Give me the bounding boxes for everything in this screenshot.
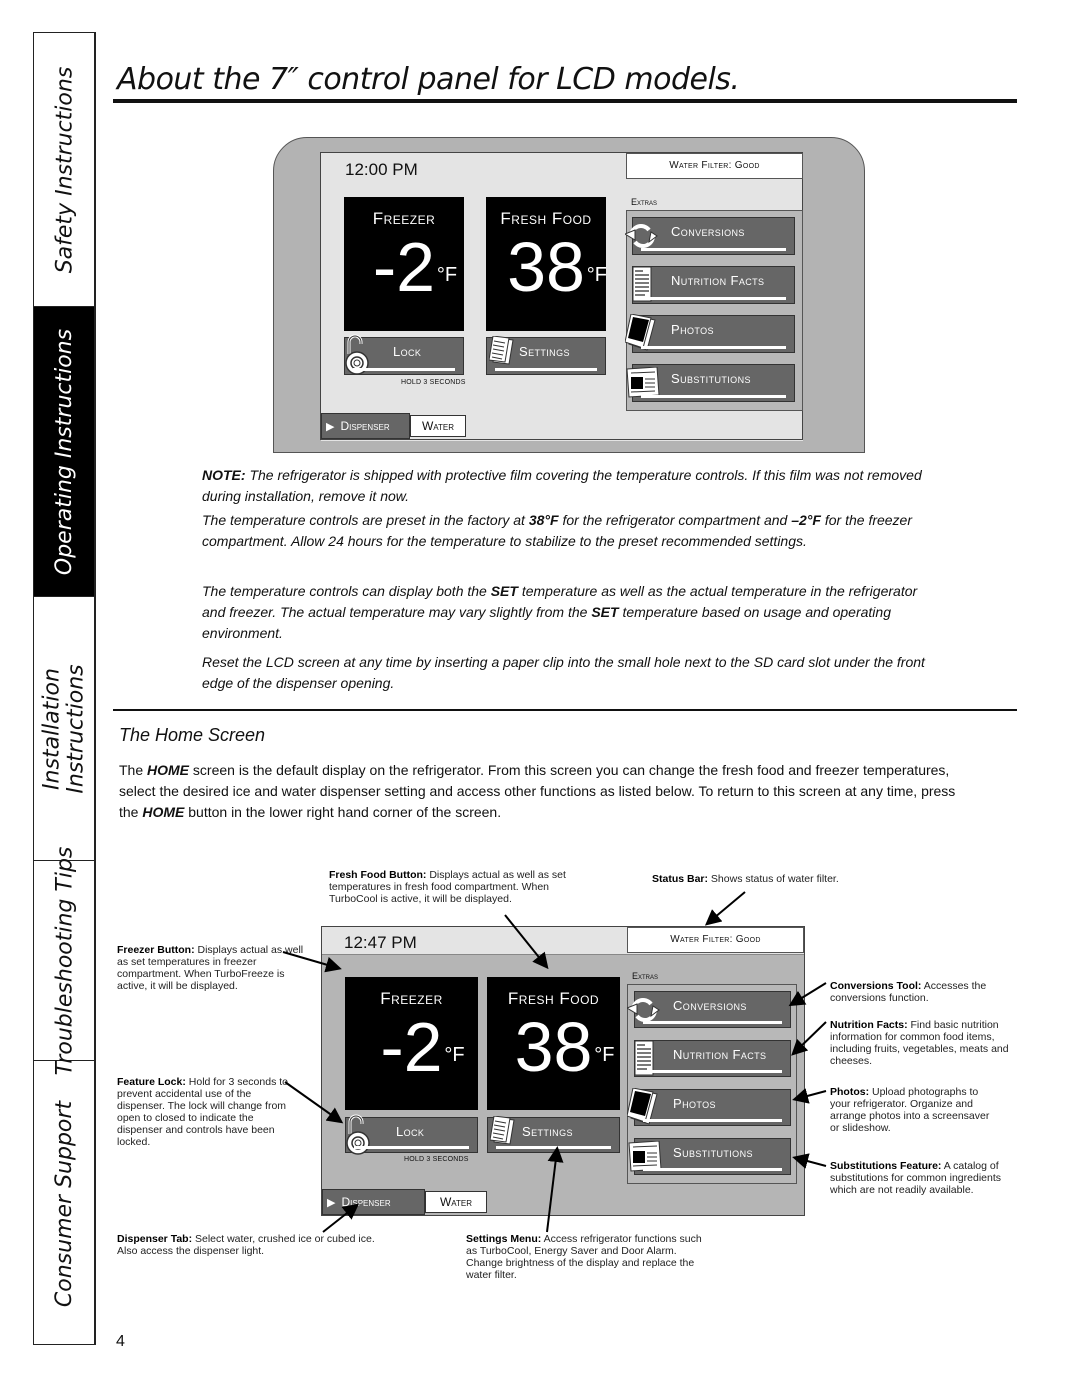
callout-arrows — [282, 891, 827, 1233]
arrow-status-bar — [704, 891, 746, 926]
arrow-dispenser-tab — [322, 1203, 360, 1233]
arrow-freezer — [282, 951, 342, 973]
arrow-conversions — [788, 982, 827, 1007]
arrow-nutrition — [791, 1021, 827, 1056]
arrow-settings — [546, 1146, 564, 1233]
page-number: 4 — [116, 1333, 125, 1350]
arrow-feature-lock — [284, 1081, 344, 1124]
arrow-fresh-food — [504, 914, 549, 970]
arrow-substitutions — [792, 1153, 827, 1169]
arrow-photos — [792, 1088, 827, 1104]
